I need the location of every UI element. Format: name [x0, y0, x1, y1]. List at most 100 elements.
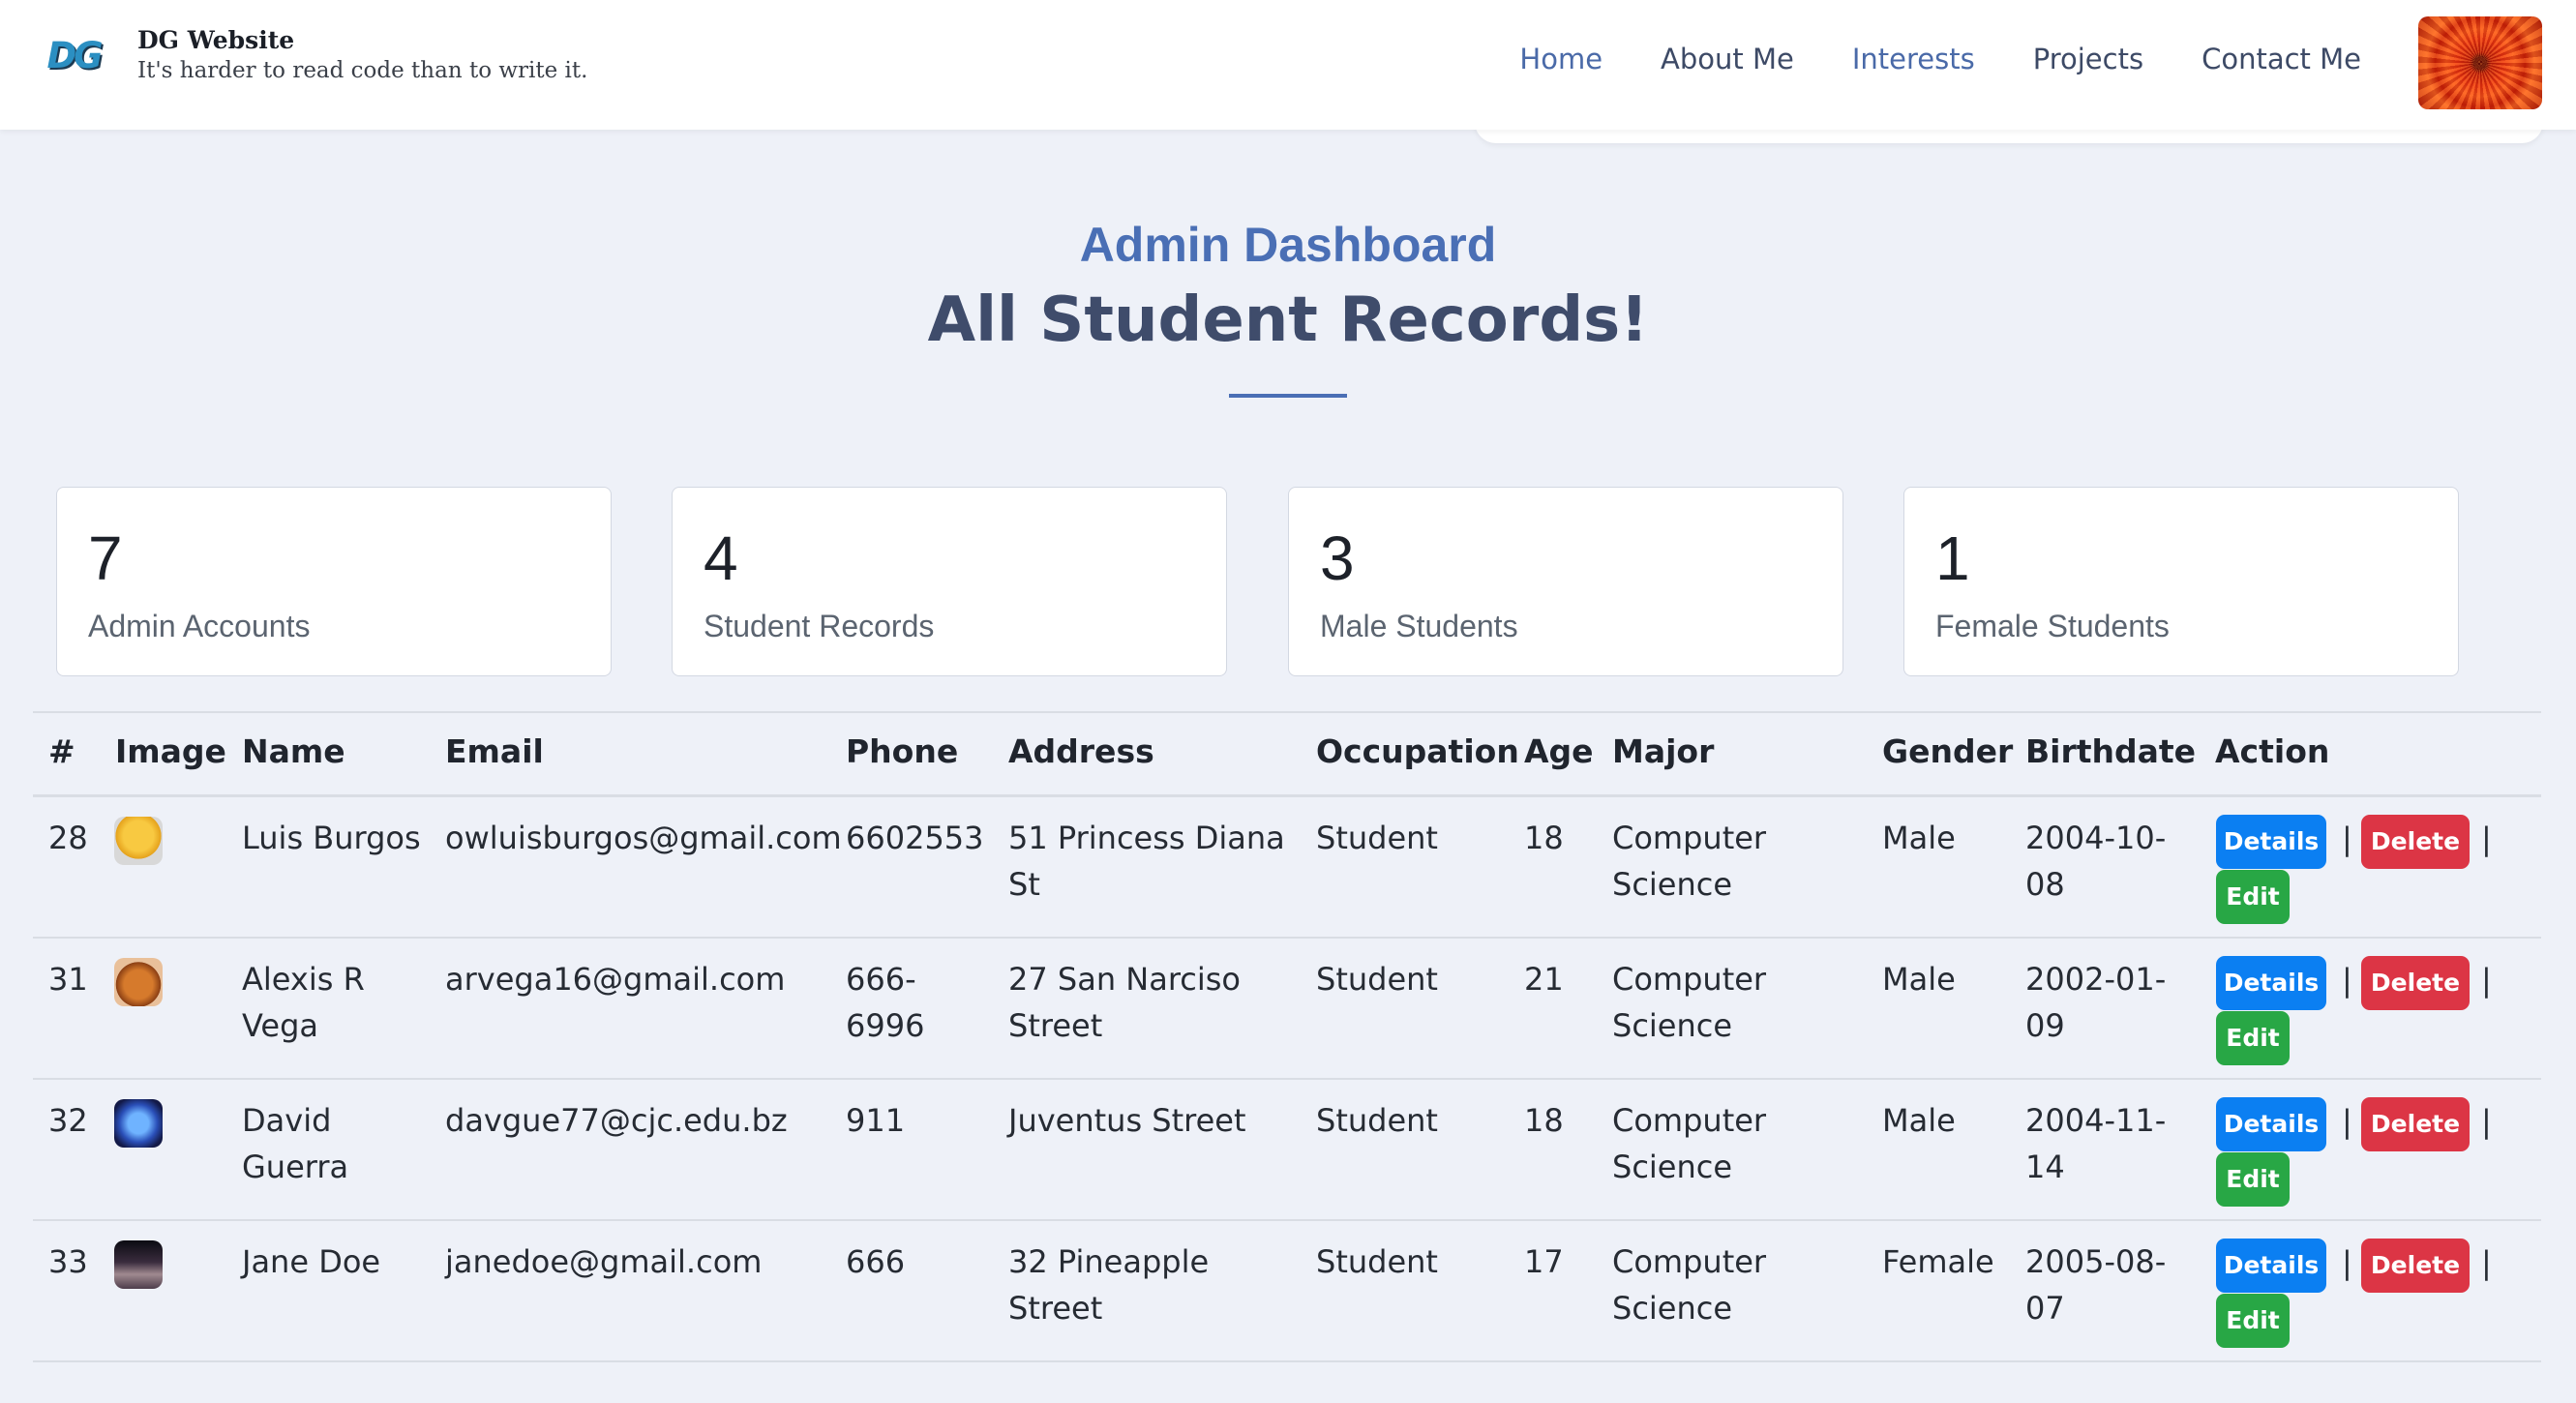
cell-occupation: Student [1316, 1102, 1438, 1139]
nav-home[interactable]: Home [1519, 43, 1603, 75]
delete-button[interactable]: Delete [2361, 1097, 2470, 1151]
cell-address: 27 San Narciso Street [1008, 956, 1241, 1049]
cell-phone-line: 6996 [846, 1007, 925, 1044]
cell-email: janedoe@gmail.com [445, 1243, 763, 1280]
profile-avatar[interactable] [2418, 16, 2542, 109]
action-separator: | [2342, 821, 2352, 857]
action-separator: | [2342, 962, 2352, 999]
cell-name: David Guerra [242, 1097, 348, 1190]
cell-address-line: Juventus Street [1008, 1102, 1246, 1139]
cell-address: 32 Pineapple Street [1008, 1239, 1209, 1331]
column-header-number: # [48, 732, 75, 770]
edit-button[interactable]: Edit [2216, 1011, 2290, 1065]
cell-address-line: Street [1008, 1007, 1103, 1044]
cell-phone: 666- 6996 [846, 956, 924, 1049]
cell-name-line: Alexis R [242, 961, 365, 998]
table-header: # Image Name Email Phone Address Occupat… [33, 711, 2541, 797]
cell-address-line: 51 Princess Diana [1008, 820, 1285, 856]
cell-name: Jane Doe [242, 1239, 380, 1285]
cell-address: Juventus Street [1008, 1097, 1246, 1144]
cell-birthdate-line: 2004-11- [2025, 1102, 2167, 1139]
cell-birthdate-line: 2004-10- [2025, 820, 2167, 856]
cell-id: 28 [48, 820, 88, 856]
table-row: 32 David Guerra davgue77@cjc.edu.bz 911 Juven… [33, 1080, 2541, 1221]
delete-button[interactable]: Delete [2361, 815, 2470, 869]
details-button[interactable]: Details [2216, 815, 2326, 869]
cell-major: Computer Science [1612, 815, 1766, 908]
nav-contact-me[interactable]: Contact Me [2202, 43, 2361, 75]
cell-gender: Male [1882, 1102, 1956, 1139]
student-records-table: # Image Name Email Phone Address Occupat… [33, 711, 2541, 1362]
cell-gender: Female [1882, 1243, 1994, 1280]
stat-value: 1 [1935, 523, 1970, 593]
cell-address-line: St [1008, 866, 1040, 903]
cell-email: arvega16@gmail.com [445, 961, 786, 998]
column-header-action: Action [2215, 732, 2330, 770]
action-separator: | [2481, 1244, 2492, 1281]
cell-address-line: Street [1008, 1290, 1103, 1327]
cell-major-line: Computer [1612, 1243, 1767, 1280]
cell-major-line: Computer [1612, 961, 1767, 998]
cell-name: Luis Burgos [242, 815, 421, 861]
column-header-age: Age [1524, 732, 1594, 770]
site-title: DG Website [137, 26, 295, 54]
cell-name-line: Jane Doe [242, 1243, 381, 1280]
cell-major-line: Science [1612, 866, 1733, 903]
title-divider [1229, 394, 1347, 398]
site-logo[interactable]: DG [41, 35, 106, 76]
nav-interests[interactable]: Interests [1852, 43, 1975, 75]
cell-age: 17 [1524, 1243, 1564, 1280]
edit-button[interactable]: Edit [2216, 1152, 2290, 1207]
student-avatar [114, 1099, 163, 1148]
cell-phone-line: 666 [846, 1243, 906, 1280]
cell-birthdate-line: 2005-08- [2025, 1243, 2167, 1280]
cell-birthdate-line: 07 [2025, 1290, 2065, 1327]
cell-birthdate: 2004-11- 14 [2025, 1097, 2166, 1190]
cell-occupation: Student [1316, 820, 1438, 856]
site-tagline: It's harder to read code than to write i… [137, 58, 588, 83]
details-button[interactable]: Details [2216, 1097, 2326, 1151]
stat-value: 4 [704, 523, 738, 593]
edit-button[interactable]: Edit [2216, 1294, 2290, 1348]
details-button[interactable]: Details [2216, 956, 2326, 1010]
cell-birthdate: 2005-08- 07 [2025, 1239, 2166, 1331]
table-row: 31 Alexis R Vega arvega16@gmail.com 666- 6996… [33, 939, 2541, 1080]
nav-projects[interactable]: Projects [2033, 43, 2143, 75]
cell-id: 32 [48, 1102, 88, 1139]
stat-label: Female Students [1935, 609, 2170, 643]
action-separator: | [2481, 962, 2492, 999]
cell-occupation: Student [1316, 1243, 1438, 1280]
stat-card-admin-accounts: 7 Admin Accounts [56, 487, 612, 676]
cell-phone: 6602553 [846, 815, 984, 861]
stat-card-male-students: 3 Male Students [1288, 487, 1843, 676]
cell-major: Computer Science [1612, 956, 1766, 1049]
cell-birthdate: 2002-01- 09 [2025, 956, 2166, 1049]
cell-name-line: Luis Burgos [242, 820, 421, 856]
edit-button[interactable]: Edit [2216, 870, 2290, 924]
student-avatar [114, 958, 163, 1006]
stat-card-student-records: 4 Student Records [672, 487, 1227, 676]
cell-birthdate-line: 2002-01- [2025, 961, 2167, 998]
cell-major-line: Science [1612, 1290, 1733, 1327]
cell-birthdate-line: 14 [2025, 1149, 2065, 1185]
cell-name-line: David [242, 1102, 332, 1139]
details-button[interactable]: Details [2216, 1239, 2326, 1293]
table-row: 28 Luis Burgos owluisburgos@gmail.com 66025… [33, 797, 2541, 939]
column-header-name: Name [242, 732, 345, 770]
cell-id: 31 [48, 961, 88, 998]
delete-button[interactable]: Delete [2361, 956, 2470, 1010]
cell-address: 51 Princess Diana St [1008, 815, 1285, 908]
column-header-birthdate: Birthdate [2025, 732, 2197, 770]
column-header-image: Image [115, 732, 226, 770]
delete-button[interactable]: Delete [2361, 1239, 2470, 1293]
brand[interactable]: DG DG Website It's harder to read code t… [41, 25, 587, 85]
action-separator: | [2342, 1103, 2352, 1140]
column-header-occupation: Occupation [1316, 732, 1519, 770]
column-header-gender: Gender [1882, 732, 2014, 770]
nav-about-me[interactable]: About Me [1661, 43, 1794, 75]
cell-phone-line: 911 [846, 1102, 906, 1139]
column-header-phone: Phone [846, 732, 959, 770]
cell-major: Computer Science [1612, 1239, 1766, 1331]
stat-value: 3 [1320, 523, 1355, 593]
stat-label: Admin Accounts [88, 609, 311, 643]
